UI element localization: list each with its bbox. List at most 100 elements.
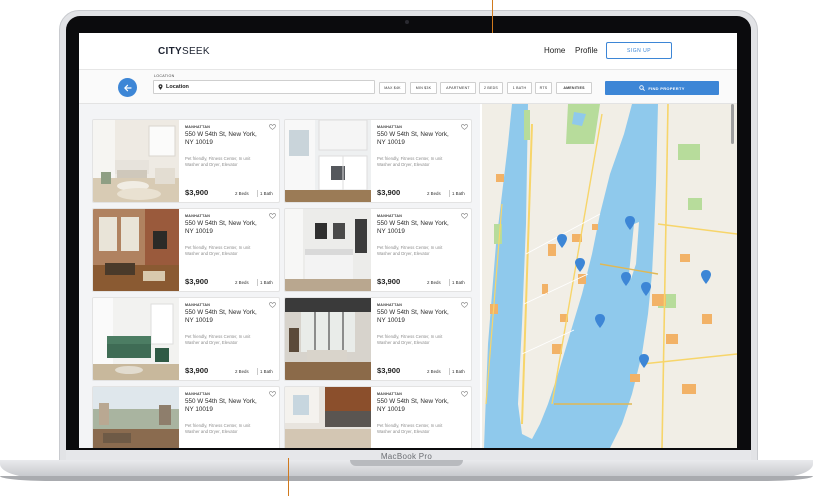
listing-photo [285, 120, 371, 202]
listing-card[interactable]: MANHATTAN 550 W 54th St, New York, NY 10… [92, 386, 280, 448]
listing-card[interactable]: MANHATTAN 550 W 54th St, New York, NY 10… [284, 119, 472, 203]
arrow-left-icon [123, 84, 132, 91]
heart-icon[interactable] [461, 213, 468, 219]
listing-info: MANHATTAN 550 W 54th St, New York, NY 10… [377, 387, 471, 448]
listing-address: 550 W 54th St, New York, NY 10019 [377, 220, 449, 235]
listing-amenities: Pet friendly, Fitness Center, In unit Wa… [377, 334, 443, 345]
listing-photo [93, 387, 179, 448]
nav-profile-link[interactable]: Profile [575, 46, 598, 55]
listing-neighborhood: MANHATTAN [185, 392, 211, 396]
heart-icon[interactable] [269, 124, 276, 130]
heart-icon[interactable] [269, 302, 276, 308]
map-view[interactable] [482, 104, 737, 448]
divider [449, 190, 450, 197]
search-icon [639, 85, 646, 91]
listing-price: $3,900 [377, 277, 401, 286]
app-screen: CITYSEEK Home Profile SIGN UP LOCATION L… [79, 33, 737, 448]
listing-price: $3,900 [185, 366, 209, 375]
listing-card[interactable]: MANHATTAN 550 W 54th St, New York, NY 10… [284, 386, 472, 448]
filter-amenities[interactable]: AMENITIES [556, 82, 592, 94]
listing-amenities: Pet friendly, Fitness Center, In unit Wa… [377, 423, 443, 434]
heart-icon[interactable] [461, 391, 468, 397]
listing-address: 550 W 54th St, New York, NY 10019 [185, 220, 257, 235]
logo[interactable]: CITYSEEK [158, 46, 210, 57]
listing-amenities: Pet friendly, Fitness Center, In unit Wa… [377, 245, 443, 256]
divider [257, 368, 258, 375]
listing-neighborhood: MANHATTAN [377, 303, 403, 307]
map-scrollbar[interactable] [731, 104, 734, 144]
map-pin-icon [158, 84, 163, 90]
listing-card[interactable]: MANHATTAN 550 W 54th St, New York, NY 10… [284, 297, 472, 381]
listing-info: MANHATTAN 550 W 54th St, New York, NY 10… [185, 120, 279, 202]
search-bar: LOCATION Location MAX $4K MIN $3K APARTM… [79, 70, 737, 104]
find-property-label: FIND PROPERTY [648, 85, 685, 91]
logo-regular: SEEK [181, 46, 210, 57]
heart-icon[interactable] [269, 391, 276, 397]
listing-photo [285, 209, 371, 291]
listing-photo [285, 387, 371, 448]
laptop-base-lip [0, 476, 813, 481]
location-caption: LOCATION [154, 74, 175, 78]
listing-card[interactable]: MANHATTAN 550 W 54th St, New York, NY 10… [92, 119, 280, 203]
logo-bold: CITY [158, 46, 182, 57]
listing-neighborhood: MANHATTAN [185, 125, 211, 129]
nav-home-link[interactable]: Home [544, 46, 565, 55]
listing-card[interactable]: MANHATTAN 550 W 54th St, New York, NY 10… [92, 297, 280, 381]
listing-neighborhood: MANHATTAN [377, 392, 403, 396]
back-button[interactable] [118, 78, 137, 97]
listing-address: 550 W 54th St, New York, NY 10019 [377, 398, 449, 413]
divider [257, 279, 258, 286]
listing-info: MANHATTAN 550 W 54th St, New York, NY 10… [185, 387, 279, 448]
listing-address: 550 W 54th St, New York, NY 10019 [377, 131, 449, 146]
listing-info: MANHATTAN 550 W 54th St, New York, NY 10… [377, 209, 471, 291]
listing-amenities: Pet friendly, Fitness Center, In unit Wa… [185, 245, 251, 256]
filter-property-type[interactable]: APARTMENT [440, 82, 476, 94]
listing-baths: 1 Bath [452, 280, 465, 285]
device-label: MacBook Pro [380, 452, 433, 461]
listing-photo [285, 298, 371, 380]
filter-baths[interactable]: 1 BATH [507, 82, 532, 94]
divider [257, 190, 258, 197]
listing-baths: 1 Bath [260, 369, 273, 374]
listing-photo [93, 209, 179, 291]
map-canvas[interactable] [482, 104, 737, 448]
listing-photo [93, 298, 179, 380]
guide-line-bottom [288, 458, 289, 496]
listing-price: $3,900 [185, 188, 209, 197]
heart-icon[interactable] [269, 213, 276, 219]
heart-icon[interactable] [461, 302, 468, 308]
signup-button[interactable]: SIGN UP [606, 42, 672, 59]
filter-rts[interactable]: RTS [535, 82, 552, 94]
filter-beds[interactable]: 2 BEDS [479, 82, 503, 94]
listing-beds: 2 Beds [427, 280, 441, 285]
listing-info: MANHATTAN 550 W 54th St, New York, NY 10… [185, 209, 279, 291]
listing-neighborhood: MANHATTAN [185, 303, 211, 307]
listing-amenities: Pet friendly, Fitness Center, In unit Wa… [185, 334, 251, 345]
filter-min-price[interactable]: MIN $3K [410, 82, 437, 94]
listing-info: MANHATTAN 550 W 54th St, New York, NY 10… [377, 298, 471, 380]
listing-beds: 2 Beds [235, 280, 249, 285]
listing-baths: 1 Bath [452, 191, 465, 196]
location-input[interactable]: Location [153, 80, 375, 94]
listing-neighborhood: MANHATTAN [377, 214, 403, 218]
listing-neighborhood: MANHATTAN [377, 125, 403, 129]
listing-amenities: Pet friendly, Fitness Center, In unit Wa… [185, 156, 251, 167]
listing-price: $3,900 [377, 188, 401, 197]
listing-price: $3,900 [185, 277, 209, 286]
listing-card[interactable]: MANHATTAN 550 W 54th St, New York, NY 10… [284, 208, 472, 292]
listing-address: 550 W 54th St, New York, NY 10019 [185, 131, 257, 146]
listing-beds: 2 Beds [427, 191, 441, 196]
listing-address: 550 W 54th St, New York, NY 10019 [185, 309, 257, 324]
find-property-button[interactable]: FIND PROPERTY [605, 81, 719, 95]
listing-address: 550 W 54th St, New York, NY 10019 [377, 309, 449, 324]
listing-card[interactable]: MANHATTAN 550 W 54th St, New York, NY 10… [92, 208, 280, 292]
camera [405, 20, 409, 24]
listing-price: $3,900 [377, 366, 401, 375]
divider [449, 279, 450, 286]
filter-max-price[interactable]: MAX $4K [379, 82, 406, 94]
heart-icon[interactable] [461, 124, 468, 130]
divider [449, 368, 450, 375]
listing-photo [93, 120, 179, 202]
listing-results: MANHATTAN 550 W 54th St, New York, NY 10… [79, 104, 480, 448]
location-value: Location [166, 84, 189, 90]
